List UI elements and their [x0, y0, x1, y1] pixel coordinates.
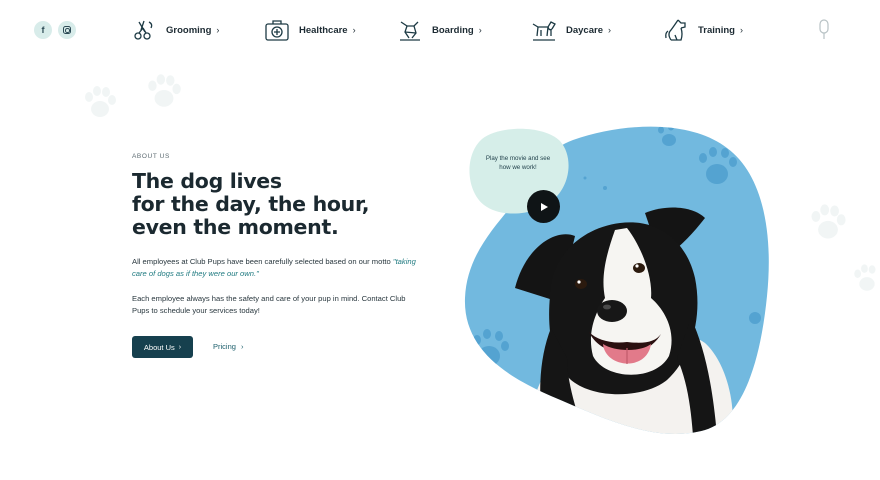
play-button[interactable]	[527, 190, 560, 223]
dog-house-icon	[400, 21, 420, 41]
safety-paragraph: Each employee always has the safety and …	[132, 294, 406, 315]
nav-item-daycare[interactable]: Daycare ›	[530, 14, 611, 46]
headline-line: even the moment.	[132, 215, 339, 239]
chevron-right-icon: ›	[607, 25, 611, 35]
nav-label: Daycare	[566, 24, 603, 36]
instagram-icon[interactable]	[58, 21, 76, 39]
pricing-label: Pricing	[213, 342, 236, 351]
chevron-right-icon: ›	[739, 25, 743, 35]
section-eyebrow: ABOUT US	[132, 153, 170, 160]
dog-play-icon	[532, 21, 556, 41]
paw-print-icon	[811, 204, 846, 239]
nav-item-training[interactable]: Training ›	[662, 14, 743, 46]
sitting-dog-icon	[665, 19, 686, 41]
nav-label: Training	[698, 24, 735, 36]
pricing-link[interactable]: Pricing ›	[213, 342, 243, 351]
paw-print-icon	[85, 86, 116, 117]
scissors-icon	[134, 20, 153, 40]
medical-kit-icon	[265, 20, 289, 41]
nav-item-grooming[interactable]: Grooming ›	[130, 14, 219, 46]
chevron-right-icon: ›	[478, 25, 482, 35]
paw-print-icon	[148, 74, 181, 107]
intro-paragraph: All employees at Club Pups have been car…	[132, 256, 422, 280]
chevron-right-icon: ›	[216, 25, 220, 35]
about-us-label: About Us	[143, 342, 175, 352]
chevron-right-icon: ›	[352, 25, 356, 35]
play-caption: Play the movie and see how we work!	[485, 155, 551, 171]
chevron-right-icon: ›	[178, 343, 182, 351]
site-header: f Grooming › Healthcare › Boarding › Day…	[0, 0, 880, 62]
headline-line: The dog lives	[132, 169, 282, 193]
play-icon	[541, 202, 548, 211]
headline-line: for the day, the hour,	[132, 192, 370, 216]
intro-text: All employees at Club Pups have been car…	[132, 257, 393, 266]
instagram-glyph	[63, 26, 71, 34]
nav-label: Healthcare	[299, 24, 348, 36]
hero-headline: The dog lives for the day, the hour, eve…	[132, 170, 432, 239]
paw-print-icon	[854, 264, 876, 291]
facebook-icon[interactable]: f	[34, 21, 52, 39]
about-us-button[interactable]: About Us ›	[132, 336, 193, 358]
nav-item-boarding[interactable]: Boarding ›	[396, 14, 482, 46]
nav-item-healthcare[interactable]: Healthcare ›	[263, 14, 356, 46]
microphone-icon[interactable]	[817, 19, 831, 41]
nav-label: Grooming	[166, 24, 212, 36]
chevron-right-icon: ›	[240, 342, 244, 351]
nav-label: Boarding	[432, 24, 474, 36]
